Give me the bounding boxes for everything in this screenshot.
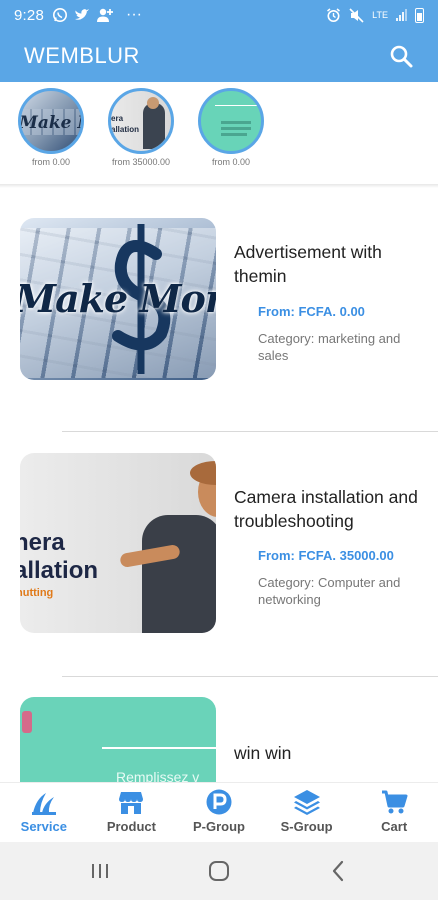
app-screen: 9:28 ··· LTE WEMBLUR Make from 0.00 era …: [0, 0, 438, 900]
nav-service-label: Service: [20, 819, 67, 834]
service-name: Advertisement with themin: [234, 242, 382, 286]
category-carousel[interactable]: Make Mone from 0.00 era allation from 35…: [0, 82, 438, 186]
twitter-icon: [75, 9, 89, 20]
add-person-icon: [97, 8, 113, 22]
category-thumbnail: era allation: [108, 88, 174, 154]
network-type: LTE: [372, 9, 388, 20]
nav-product-label: Product: [106, 819, 156, 834]
service-price: From: FCFA. 35000.00: [258, 548, 394, 563]
cart-icon: [382, 790, 408, 814]
service-image: Remplissez v: [20, 697, 216, 782]
system-navigation-bar: [0, 842, 438, 900]
service-card[interactable]: nera allation hutting Camera installatio…: [0, 453, 438, 653]
service-price: From: FCFA. 0.00: [258, 304, 365, 319]
service-image-text-line3: hutting: [20, 587, 54, 599]
category-price: from 0.00: [31, 157, 71, 167]
p-badge-icon: [206, 789, 232, 815]
service-card[interactable]: Make Mone Advertisement with themin From…: [0, 218, 438, 418]
category-item[interactable]: Make Mone from 0.00: [6, 82, 96, 167]
alarm-icon: [327, 7, 341, 22]
category-thumb-text: Make Mone: [19, 113, 81, 133]
layers-icon: [293, 790, 320, 815]
home-icon: [208, 861, 229, 881]
status-bar: 9:28 ··· LTE: [0, 0, 438, 30]
back-icon: [333, 860, 344, 882]
service-image-text: Remplissez v: [116, 769, 200, 782]
search-icon[interactable]: [388, 43, 414, 69]
bottom-navigation: Service Product P-Group S-Group Cart: [0, 782, 438, 842]
service-icon: [31, 793, 56, 815]
nav-cart-label: Cart: [381, 819, 408, 834]
nav-s-group-label: S-Group: [280, 819, 333, 834]
service-image-text-line2: allation: [20, 557, 99, 584]
recents-icon: [91, 864, 108, 878]
category-price: from 0.00: [211, 157, 251, 167]
category-thumb-text: era allation: [111, 114, 140, 134]
nav-product[interactable]: Product: [88, 783, 176, 842]
category-price: from 35000.00: [111, 157, 171, 167]
service-image: Make Mone: [20, 218, 216, 380]
service-card[interactable]: Remplissez v win win: [0, 697, 438, 782]
store-icon: [119, 792, 144, 814]
back-button[interactable]: [318, 851, 358, 891]
more-dots-icon: ···: [126, 6, 142, 23]
app-bar: WEMBLUR: [0, 30, 438, 82]
home-button[interactable]: [199, 851, 239, 891]
service-image: nera allation hutting: [20, 453, 216, 633]
service-name: win win: [234, 743, 292, 763]
nav-service[interactable]: Service: [0, 783, 88, 842]
list-divider: [62, 676, 438, 677]
notification-icons: ···: [52, 6, 142, 24]
service-name: Camera installation and troubleshooting: [234, 487, 418, 531]
nav-s-group[interactable]: S-Group: [263, 783, 351, 842]
recents-button[interactable]: [80, 851, 120, 891]
mute-icon: [349, 7, 364, 23]
category-thumbnail: Make Mone: [18, 88, 84, 154]
service-list[interactable]: Make Mone Advertisement with themin From…: [0, 188, 438, 782]
battery-icon: [415, 7, 424, 23]
service-category: Category: marketing and sales: [258, 331, 401, 363]
status-right: LTE: [326, 7, 424, 23]
nav-p-group-label: P-Group: [192, 819, 245, 834]
nav-p-group[interactable]: P-Group: [175, 783, 263, 842]
service-image-text-line1: nera: [20, 529, 65, 556]
signal-icon: [396, 9, 407, 21]
category-item[interactable]: era allation from 35000.00: [96, 82, 186, 167]
status-time: 9:28: [14, 6, 44, 24]
service-category: Category: Computer and networking: [258, 575, 401, 607]
nav-cart[interactable]: Cart: [350, 783, 438, 842]
category-thumbnail: [198, 88, 264, 154]
app-title: WEMBLUR: [24, 43, 140, 68]
list-divider: [62, 431, 438, 432]
whatsapp-icon: [53, 8, 67, 22]
category-item[interactable]: from 0.00: [186, 82, 276, 167]
service-image-text: Make Mone: [20, 276, 216, 321]
